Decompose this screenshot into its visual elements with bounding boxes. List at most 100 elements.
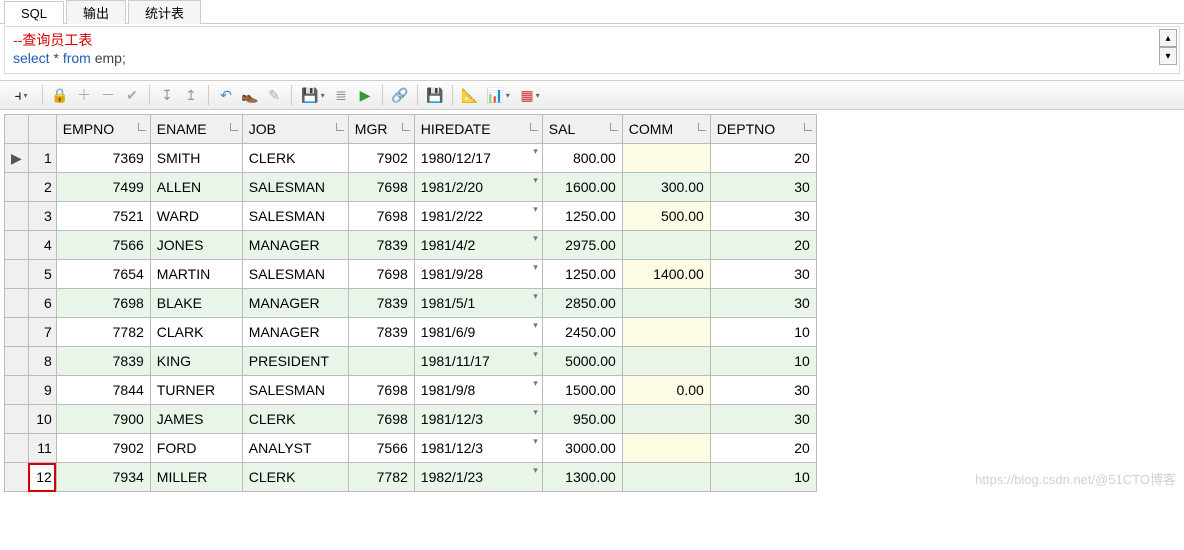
cell-job[interactable]: CLERK	[242, 463, 348, 492]
cell-deptno[interactable]: 10	[710, 347, 816, 376]
cell-hiredate[interactable]: 1982/1/23	[414, 463, 542, 492]
sql-editor[interactable]: --查询员工表 select * from emp;	[5, 27, 1179, 73]
cell-empno[interactable]: 7698	[56, 289, 150, 318]
grid-options-button[interactable]: ▦	[515, 84, 545, 106]
table-row[interactable]: 27499ALLENSALESMAN76981981/2/201600.0030…	[5, 173, 817, 202]
cell-job[interactable]: SALESMAN	[242, 202, 348, 231]
cell-deptno[interactable]: 30	[710, 376, 816, 405]
cell-ename[interactable]: SMITH	[150, 144, 242, 173]
col-hiredate[interactable]: HIREDATE	[414, 115, 542, 144]
cell-ename[interactable]: TURNER	[150, 376, 242, 405]
table-row[interactable]: 77782CLARKMANAGER78391981/6/92450.0010	[5, 318, 817, 347]
cell-hiredate[interactable]: 1981/12/3	[414, 434, 542, 463]
cell-comm[interactable]: 0.00	[622, 376, 710, 405]
cell-empno[interactable]: 7844	[56, 376, 150, 405]
link-button[interactable]: 🔗	[389, 84, 411, 106]
cell-mgr[interactable]: 7698	[348, 405, 414, 434]
col-sal[interactable]: SAL	[542, 115, 622, 144]
cell-empno[interactable]: 7499	[56, 173, 150, 202]
cell-mgr[interactable]: 7698	[348, 202, 414, 231]
scroll-up-button[interactable]: ▴	[1159, 29, 1177, 47]
cell-sal[interactable]: 2850.00	[542, 289, 622, 318]
cell-mgr[interactable]: 7839	[348, 231, 414, 260]
col-mgr[interactable]: MGR	[348, 115, 414, 144]
cell-hiredate[interactable]: 1981/12/3	[414, 405, 542, 434]
cell-ename[interactable]: MARTIN	[150, 260, 242, 289]
cell-mgr[interactable]: 7698	[348, 260, 414, 289]
cell-sal[interactable]: 950.00	[542, 405, 622, 434]
calc-button[interactable]: 📐	[459, 84, 481, 106]
cell-mgr[interactable]: 7566	[348, 434, 414, 463]
cell-mgr[interactable]	[348, 347, 414, 376]
cell-comm[interactable]	[622, 144, 710, 173]
cell-ename[interactable]: CLARK	[150, 318, 242, 347]
table-row[interactable]: ▶17369SMITHCLERK79021980/12/17800.0020	[5, 144, 817, 173]
cell-mgr[interactable]: 7698	[348, 376, 414, 405]
save-menu-button[interactable]: 💾	[298, 84, 328, 106]
chart-button[interactable]: 📊	[483, 84, 513, 106]
cell-comm[interactable]: 500.00	[622, 202, 710, 231]
table-row[interactable]: 87839KINGPRESIDENT1981/11/175000.0010	[5, 347, 817, 376]
scroll-down-button[interactable]: ▾	[1159, 47, 1177, 65]
cell-mgr[interactable]: 7902	[348, 144, 414, 173]
tab-sql[interactable]: SQL	[4, 1, 64, 25]
cell-deptno[interactable]: 30	[710, 202, 816, 231]
col-deptno[interactable]: DEPTNO	[710, 115, 816, 144]
delete-row-button[interactable]: －	[97, 84, 119, 106]
cell-hiredate[interactable]: 1981/9/8	[414, 376, 542, 405]
cell-empno[interactable]: 7839	[56, 347, 150, 376]
cell-hiredate[interactable]: 1981/6/9	[414, 318, 542, 347]
table-row[interactable]: 127934MILLERCLERK77821982/1/231300.0010	[5, 463, 817, 492]
cell-comm[interactable]: 1400.00	[622, 260, 710, 289]
rownum-header[interactable]	[28, 115, 56, 144]
cell-empno[interactable]: 7900	[56, 405, 150, 434]
cell-mgr[interactable]: 7698	[348, 173, 414, 202]
cell-deptno[interactable]: 20	[710, 144, 816, 173]
col-comm[interactable]: COMM	[622, 115, 710, 144]
cell-empno[interactable]: 7782	[56, 318, 150, 347]
cell-hiredate[interactable]: 1981/5/1	[414, 289, 542, 318]
cell-comm[interactable]: 300.00	[622, 173, 710, 202]
cell-sal[interactable]: 1300.00	[542, 463, 622, 492]
cell-empno[interactable]: 7566	[56, 231, 150, 260]
cell-hiredate[interactable]: 1981/9/28	[414, 260, 542, 289]
grid-corner[interactable]	[5, 115, 29, 144]
table-row[interactable]: 107900JAMESCLERK76981981/12/3950.0030	[5, 405, 817, 434]
cell-sal[interactable]: 5000.00	[542, 347, 622, 376]
col-job[interactable]: JOB	[242, 115, 348, 144]
cell-hiredate[interactable]: 1981/4/2	[414, 231, 542, 260]
cell-sal[interactable]: 1600.00	[542, 173, 622, 202]
cell-deptno[interactable]: 30	[710, 289, 816, 318]
col-ename[interactable]: ENAME	[150, 115, 242, 144]
cell-deptno[interactable]: 10	[710, 463, 816, 492]
table-row[interactable]: 67698BLAKEMANAGER78391981/5/12850.0030	[5, 289, 817, 318]
cell-deptno[interactable]: 20	[710, 434, 816, 463]
cell-empno[interactable]: 7654	[56, 260, 150, 289]
cell-ename[interactable]: BLAKE	[150, 289, 242, 318]
cell-hiredate[interactable]: 1980/12/17	[414, 144, 542, 173]
cell-sal[interactable]: 1250.00	[542, 260, 622, 289]
cell-job[interactable]: PRESIDENT	[242, 347, 348, 376]
cell-empno[interactable]: 7902	[56, 434, 150, 463]
cell-ename[interactable]: JAMES	[150, 405, 242, 434]
cell-comm[interactable]	[622, 289, 710, 318]
cell-comm[interactable]	[622, 231, 710, 260]
table-row[interactable]: 97844TURNERSALESMAN76981981/9/81500.000.…	[5, 376, 817, 405]
table-row[interactable]: 57654MARTINSALESMAN76981981/9/281250.001…	[5, 260, 817, 289]
undo-button[interactable]: ↶	[215, 84, 237, 106]
cell-deptno[interactable]: 30	[710, 405, 816, 434]
cell-comm[interactable]	[622, 463, 710, 492]
cell-deptno[interactable]: 30	[710, 173, 816, 202]
edit-button[interactable]: ✎	[263, 84, 285, 106]
dock-button[interactable]: ⫞	[6, 84, 36, 106]
properties-button[interactable]: ≣	[330, 84, 352, 106]
export-button[interactable]: 💾	[424, 84, 446, 106]
cell-mgr[interactable]: 7839	[348, 318, 414, 347]
table-row[interactable]: 47566JONESMANAGER78391981/4/22975.0020	[5, 231, 817, 260]
cell-ename[interactable]: JONES	[150, 231, 242, 260]
cell-sal[interactable]: 3000.00	[542, 434, 622, 463]
cell-comm[interactable]	[622, 318, 710, 347]
lock-button[interactable]: 🔒	[49, 84, 71, 106]
cell-sal[interactable]: 2975.00	[542, 231, 622, 260]
add-row-button[interactable]: ＋	[73, 84, 95, 106]
